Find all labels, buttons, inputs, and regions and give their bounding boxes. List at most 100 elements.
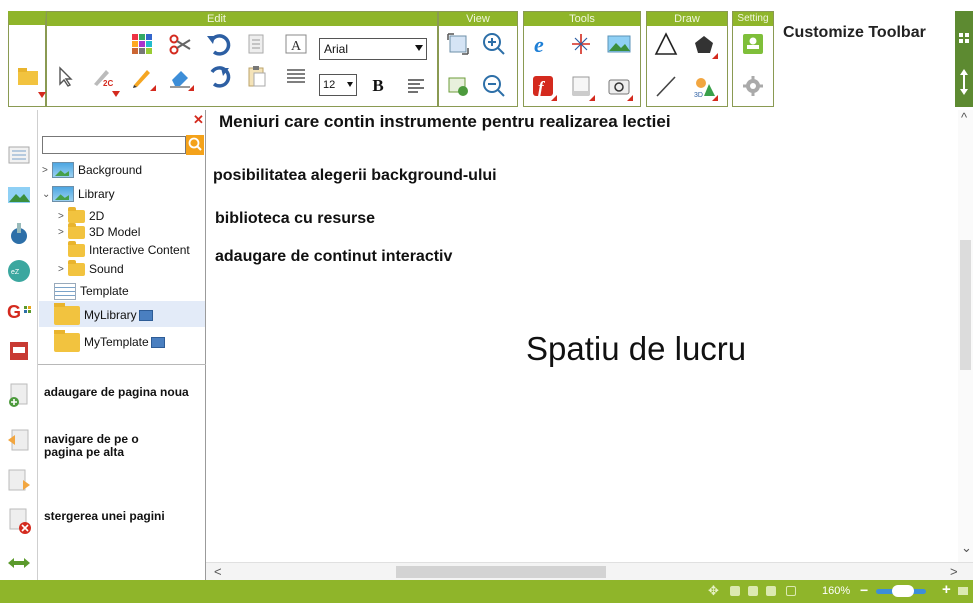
gallery-icon[interactable] [6,182,32,208]
svg-text:2C: 2C [103,79,113,88]
font-family-select[interactable]: Arial [319,38,427,60]
zoom-in-icon[interactable] [479,28,509,60]
fit-width-icon[interactable] [748,586,758,596]
single-page-icon[interactable] [730,586,740,596]
toolbar-side-strip[interactable] [955,11,973,107]
note-delete-page: stergerea unei pagini [44,509,165,523]
vertical-scroll-thumb[interactable] [960,240,971,370]
add-page-icon[interactable] [6,382,32,408]
tree-item-3d-model[interactable]: > 3D Model [58,222,141,240]
scissors-icon[interactable] [165,28,195,60]
tree-item-library[interactable]: ⌄ Library [42,186,115,202]
close-icon[interactable]: ✕ [193,113,205,126]
pencil-icon[interactable] [127,60,157,92]
tree-item-2d[interactable]: > 2D [58,206,104,224]
name-tag-icon[interactable] [738,28,768,60]
tree-item-mytemplate[interactable]: MyTemplate [54,329,165,352]
tree-item-label: MyLibrary [84,308,137,322]
customize-toolbar-label[interactable]: Customize Toolbar [783,24,926,42]
setting-group-title: Setting [733,12,773,26]
tree-item-interactive-content[interactable]: Interactive Content [68,240,190,258]
tree-item-template[interactable]: Template [54,281,129,301]
browser-icon[interactable]: e [528,28,558,60]
gear-icon[interactable] [738,70,768,102]
svg-text:G: G [7,302,21,322]
tree-item-label: Interactive Content [89,243,190,257]
pen-2c-icon[interactable]: 2C [87,60,120,97]
next-page-icon[interactable] [6,468,32,494]
scroll-right-icon[interactable]: > [950,564,958,579]
workspace-canvas[interactable]: Meniuri care contin instrumente pentru r… [206,110,973,580]
screen-shade-icon[interactable] [566,70,596,102]
horizontal-scroll-thumb[interactable] [396,566,606,578]
align-left-icon[interactable] [401,70,431,102]
edit-group: Edit 2C A Arial 12 B [46,11,438,107]
copy-icon[interactable] [241,28,271,60]
save-icon [138,309,153,321]
svg-text:eZ: eZ [11,269,20,276]
scroll-down-icon[interactable]: ⌄ [961,540,972,556]
vertical-scrollbar[interactable]: ^ ⌄ [958,110,973,562]
chevron-down-icon [415,45,423,51]
delete-page-icon[interactable] [6,508,32,534]
bold-button[interactable]: B [363,70,393,102]
select-arrow-icon[interactable] [50,60,80,92]
triangle-icon[interactable] [651,28,681,60]
search-input[interactable] [42,136,186,154]
move-icon[interactable]: ✥ [708,583,719,598]
scroll-left-icon[interactable]: < [214,564,222,579]
flash-icon[interactable]: f [528,70,558,102]
fit-page-icon[interactable] [766,586,776,596]
fullscreen-icon[interactable] [786,586,796,596]
folder-icon [54,302,80,325]
font-size-select[interactable]: 12 [319,74,357,96]
color-grid-icon[interactable] [127,28,157,60]
zoom-level: 160% [822,585,851,597]
3d-shapes-icon[interactable]: 3D [689,70,719,102]
toolbar-expand-icon [959,33,969,95]
search-button[interactable] [186,135,204,155]
page-view-icon[interactable] [443,70,473,102]
previous-page-icon[interactable] [6,428,32,454]
swap-arrows-icon[interactable] [6,550,32,576]
tree-item-background[interactable]: > Background [42,162,142,178]
text-box-icon[interactable]: A [281,28,311,60]
zoom-slider-knob[interactable] [891,585,914,597]
image-tool-icon[interactable] [604,28,634,60]
note-menus: Meniuri care contin instrumente pentru r… [219,112,671,131]
svg-text:3D: 3D [694,92,703,99]
page-list-icon[interactable] [6,142,32,168]
zoom-out-icon[interactable] [479,70,509,102]
camera-icon[interactable] [604,70,634,102]
audio-icon[interactable] [6,220,32,246]
font-size-value: 12 [323,79,336,91]
web-resource-icon[interactable]: eZ [6,258,32,284]
google-icon[interactable]: G [6,298,32,324]
book-icon[interactable] [6,338,32,364]
note-navigate-pages: navigare de pe o pagina pe alta [44,432,139,459]
line-icon[interactable] [651,70,681,102]
compass-icon[interactable] [566,28,596,60]
scroll-up-icon[interactable]: ^ [961,110,967,125]
view-group-title: View [439,12,517,26]
zoom-in-button[interactable]: + [942,581,951,598]
line-spacing-icon[interactable] [281,60,311,92]
folder-icon[interactable] [13,61,46,98]
left-icon-column: eZ G [0,110,38,580]
save-icon [150,336,165,348]
redo-icon[interactable] [203,60,233,92]
folder-icon [68,259,85,276]
pentagon-icon[interactable] [689,28,719,60]
undo-icon[interactable] [203,28,233,60]
tree-item-label: 3D Model [89,225,141,239]
status-menu-icon[interactable] [958,587,968,595]
folder-icon [68,206,85,223]
eraser-icon[interactable] [165,60,195,92]
zoom-out-button[interactable]: − [860,582,868,598]
paste-icon[interactable] [241,60,271,92]
fit-screen-icon[interactable] [443,28,473,60]
horizontal-scrollbar[interactable]: < > [206,562,973,580]
tree-item-sound[interactable]: > Sound [58,259,124,277]
tree-item-mylibrary[interactable]: MyLibrary [54,302,153,325]
status-bar: ✥ 160% − + [0,580,973,603]
